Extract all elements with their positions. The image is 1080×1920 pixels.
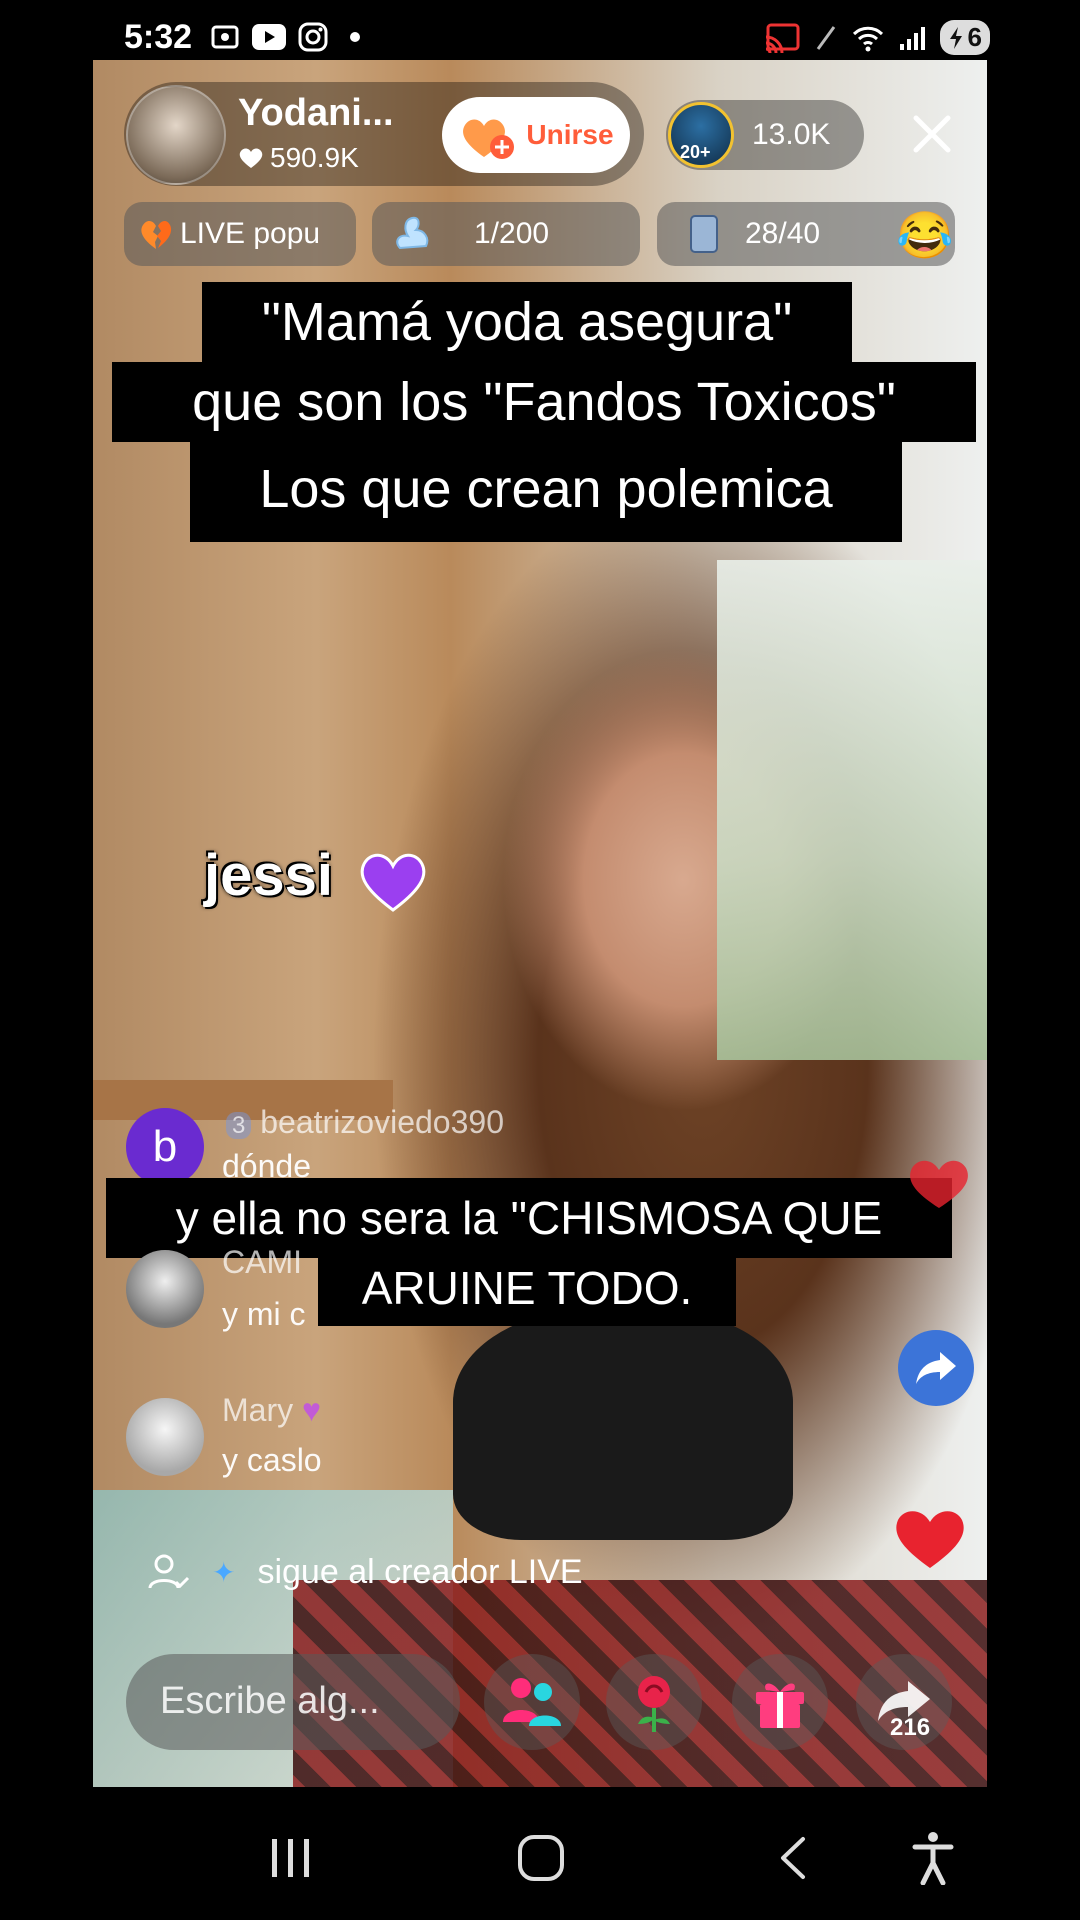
live-popular-label: LIVE popu <box>180 217 321 250</box>
viewer-badge: 20+ <box>680 142 711 162</box>
likes-count: 590.9K <box>270 142 359 173</box>
pen-icon <box>816 25 835 50</box>
join-label: Unirse <box>526 119 614 150</box>
cast-icon <box>765 23 800 53</box>
floating-heart-icon <box>910 1160 968 1208</box>
laughing-emoji-icon[interactable]: 😂 <box>896 208 953 263</box>
comment-input[interactable]: Escribe alg... <box>126 1654 460 1750</box>
host-name[interactable]: Yodani... <box>238 92 394 135</box>
youtube-icon <box>252 24 286 50</box>
rank-value: 1/200 <box>474 217 550 250</box>
background-window <box>717 560 987 1060</box>
comment-avatar[interactable] <box>126 1398 204 1476</box>
wifi-icon <box>852 26 883 51</box>
purple-heart-icon <box>360 853 426 912</box>
caption-line-2: que son los "Fandos Toxicos" <box>112 362 976 442</box>
comment-username[interactable]: Mary ♥ <box>222 1392 321 1429</box>
user-check-icon <box>148 1554 190 1589</box>
recent-apps-button[interactable] <box>256 1828 326 1888</box>
comment-username[interactable]: 3 beatrizoviedo390 <box>226 1104 504 1141</box>
live-popular-pill[interactable]: LIVE popu <box>124 202 356 266</box>
multi-user-icon <box>503 1678 561 1726</box>
gift-button[interactable] <box>732 1654 828 1750</box>
guests-button[interactable] <box>484 1654 580 1750</box>
comment-avatar[interactable] <box>126 1250 204 1328</box>
home-icon <box>518 1835 564 1881</box>
status-left-icons <box>210 22 370 52</box>
share-shortcut-button[interactable] <box>898 1330 974 1406</box>
rose-icon <box>638 1676 670 1732</box>
follow-prompt-text: sigue al creador LIVE <box>257 1552 583 1591</box>
sparkle-icon: ✦ <box>212 1556 236 1588</box>
caption-line-3: Los que crean polemica <box>190 442 902 542</box>
close-icon[interactable] <box>906 108 958 160</box>
share-arrow-icon <box>916 1352 956 1384</box>
pink-heart-icon: ♥ <box>302 1392 321 1428</box>
battery-level: 6 <box>967 22 982 52</box>
caption-line-5: ARUINE TODO. <box>318 1250 736 1326</box>
comment-avatar[interactable]: b <box>126 1108 204 1186</box>
comment-text: y mi c <box>222 1296 306 1332</box>
status-right-icons: 6 <box>764 20 990 55</box>
swan-icon <box>396 216 429 250</box>
back-icon <box>781 1837 805 1879</box>
streamer-top <box>453 1310 793 1540</box>
share-count: 216 <box>890 1714 931 1741</box>
caption-line-1: "Mamá yoda asegura" <box>202 282 852 362</box>
accessibility-icon <box>912 1832 954 1885</box>
gift-icon <box>756 1683 804 1728</box>
rank-pill[interactable]: 1/200 <box>372 202 640 266</box>
comment-username[interactable]: CAMI <box>222 1244 302 1281</box>
viewer-count[interactable]: 13.0K <box>752 118 830 152</box>
gift-card-icon <box>690 215 718 253</box>
comment-username-text: Mary <box>222 1392 294 1428</box>
status-time: 5:32 <box>124 18 193 56</box>
dot-icon <box>350 32 360 42</box>
join-button[interactable]: Unirse <box>442 97 630 173</box>
screen-record-icon <box>211 25 239 49</box>
overlay-name: jessi <box>204 843 333 908</box>
accessibility-button[interactable] <box>898 1828 968 1888</box>
level-badge: 3 <box>226 1112 252 1139</box>
back-button[interactable] <box>758 1828 828 1888</box>
broken-heart-icon <box>141 220 172 249</box>
heart-icon <box>239 148 263 168</box>
instagram-icon <box>298 22 328 52</box>
goal-value: 28/40 <box>745 217 821 250</box>
avatar-letter: b <box>152 1122 178 1171</box>
follow-prompt[interactable]: ✦ sigue al creador LIVE <box>146 1550 583 1594</box>
host-avatar[interactable] <box>126 85 226 185</box>
comment-username-text: beatrizoviedo390 <box>260 1104 504 1140</box>
comment-text: y caslo <box>222 1442 322 1478</box>
host-likes: 590.9K <box>238 142 359 174</box>
comment-input-placeholder: Escribe alg... <box>160 1680 380 1722</box>
recent-apps-icon <box>272 1839 309 1877</box>
heart-plus-icon <box>463 119 515 159</box>
floating-heart-icon <box>896 1511 964 1568</box>
battery-icon: 6 <box>939 20 990 55</box>
system-nav-bar <box>0 1800 1080 1920</box>
signal-icon <box>899 26 925 50</box>
home-button[interactable] <box>506 1828 576 1888</box>
rose-gift-button[interactable] <box>606 1654 702 1750</box>
